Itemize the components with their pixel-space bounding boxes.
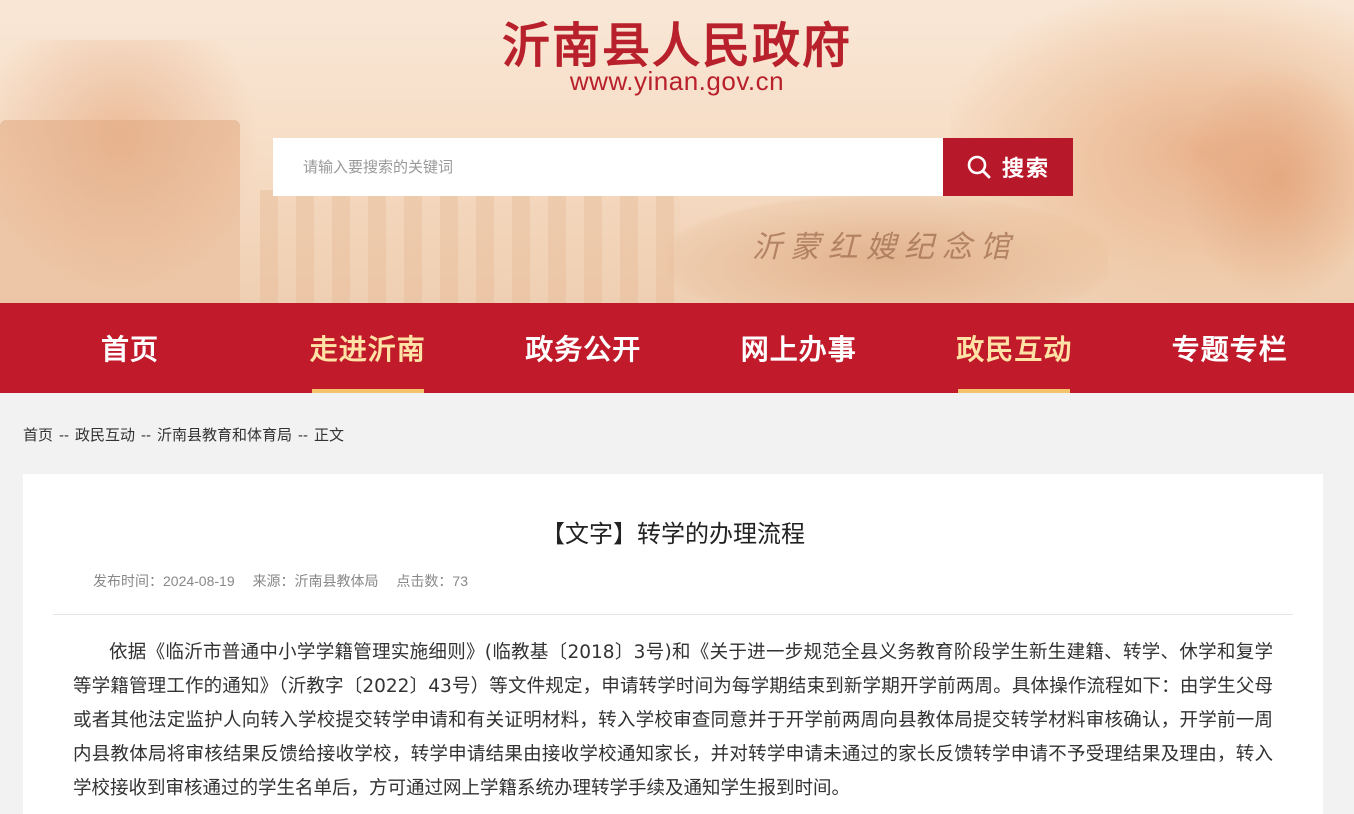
breadcrumb-separator: --	[298, 427, 309, 444]
search-input[interactable]	[273, 138, 943, 196]
breadcrumb-interaction[interactable]: 政民互动	[75, 427, 135, 444]
article-meta: 发布时间：2024-08-19 来源：沂南县教体局 点击数：73	[93, 571, 482, 591]
rock-inscription: 沂蒙红嫂纪念馆	[752, 230, 1018, 265]
search-button-label: 搜索	[1001, 157, 1050, 182]
nav-item-interaction[interactable]: 政民互动	[907, 303, 1123, 393]
breadcrumb-education-bureau[interactable]: 沂南县教育和体育局	[157, 427, 292, 444]
site-url: www.yinan.gov.cn	[569, 66, 785, 96]
nav-item-about-yinan[interactable]: 走进沂南	[260, 303, 476, 393]
breadcrumb: 首页 -- 政民互动 -- 沂南县教育和体育局 -- 正文	[23, 424, 344, 445]
click-count: 点击数：73	[396, 573, 468, 589]
divider	[53, 614, 1293, 615]
search-button[interactable]: 搜索	[943, 138, 1073, 196]
article-source: 来源：沂南县教体局	[252, 573, 379, 589]
breadcrumb-current: 正文	[314, 427, 345, 444]
nav-item-online-services[interactable]: 网上办事	[691, 303, 907, 393]
nav-item-special-topics[interactable]: 专题专栏	[1122, 303, 1338, 393]
article-title: 【文字】转学的办理流程	[541, 520, 805, 548]
publish-time: 发布时间：2024-08-19	[93, 573, 235, 589]
header-banner: 沂南县人民政府 www.yinan.gov.cn 沂蒙红嫂纪念馆 搜索	[0, 0, 1354, 303]
nav-item-government-affairs[interactable]: 政务公开	[476, 303, 692, 393]
breadcrumb-home[interactable]: 首页	[23, 427, 53, 444]
article-panel: 【文字】转学的办理流程 发布时间：2024-08-19 来源：沂南县教体局 点击…	[23, 474, 1323, 814]
search-icon	[967, 155, 991, 179]
nav-item-home[interactable]: 首页	[0, 303, 260, 393]
breadcrumb-separator: --	[59, 427, 70, 444]
building-image	[260, 190, 680, 303]
monument-base-image	[0, 120, 240, 303]
article-body: 依据《临沂市普通中小学学籍管理实施细则》(临教基〔2018〕3号)和《关于进一步…	[73, 642, 1273, 799]
breadcrumb-separator: --	[141, 427, 152, 444]
main-nav: 首页 走进沂南 政务公开 网上办事 政民互动 专题专栏	[0, 303, 1354, 393]
